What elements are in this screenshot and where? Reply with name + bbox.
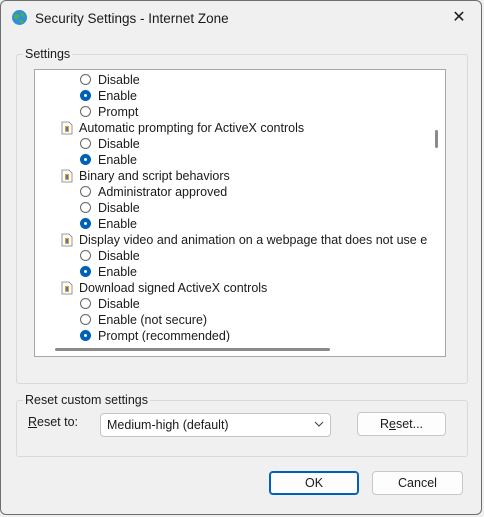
horizontal-scroll-thumb[interactable] [55,348,330,351]
radio-selected-icon[interactable] [80,90,91,101]
vertical-scrollbar[interactable] [427,70,445,342]
settings-tree-content: Disable Enable Prompt Automatic prompting f… [35,70,427,342]
radio-unselected-icon[interactable] [80,298,91,309]
radio-unselected-icon[interactable] [80,314,91,325]
reset-button-text-b: set... [395,417,424,431]
radio-selected-icon[interactable] [80,154,91,165]
reset-button-text-a: R [379,417,389,431]
horizontal-scrollbar[interactable] [35,342,445,356]
close-button[interactable]: ✕ [437,1,481,35]
radio-unselected-icon[interactable] [80,202,91,213]
radio-unselected-icon[interactable] [80,250,91,261]
settings-group-label: Settings [23,47,73,61]
globe-shield-icon [12,10,27,25]
security-settings-dialog: Security Settings - Internet Zone ✕ Sett… [0,0,482,515]
radio-selected-icon[interactable] [80,218,91,229]
radio-selected-icon[interactable] [80,266,91,277]
reset-to-label: Reset to: [28,415,78,429]
reset-group-label: Reset custom settings [23,393,150,407]
reset-level-select[interactable]: Medium-high (default) [100,413,331,437]
ok-button[interactable]: OK [269,471,359,495]
reset-button-access-key: e [388,417,396,431]
close-icon: ✕ [452,9,466,26]
settings-tree[interactable]: Disable Enable Prompt Automatic prompting f… [34,69,446,357]
radio-unselected-icon[interactable] [80,138,91,149]
setting-page-icon [61,281,73,295]
reset-to-access-key: R [28,415,38,429]
cancel-button[interactable]: Cancel [372,471,463,495]
chevron-down-icon [314,421,324,427]
radio-selected-icon[interactable] [80,330,91,341]
radio-unselected-icon[interactable] [80,186,91,197]
title-bar[interactable]: Security Settings - Internet Zone ✕ [1,1,481,35]
setting-page-icon [61,233,73,247]
reset-level-value: Medium-high (default) [107,418,229,432]
setting-page-icon [61,121,73,135]
setting-page-icon [61,169,73,183]
window-title: Security Settings - Internet Zone [35,11,229,26]
vertical-scroll-thumb[interactable] [435,130,438,148]
reset-to-label-text: eset to: [37,415,79,429]
reset-button[interactable]: Reset... [357,412,446,436]
radio-unselected-icon[interactable] [80,74,91,85]
radio-unselected-icon[interactable] [80,106,91,117]
